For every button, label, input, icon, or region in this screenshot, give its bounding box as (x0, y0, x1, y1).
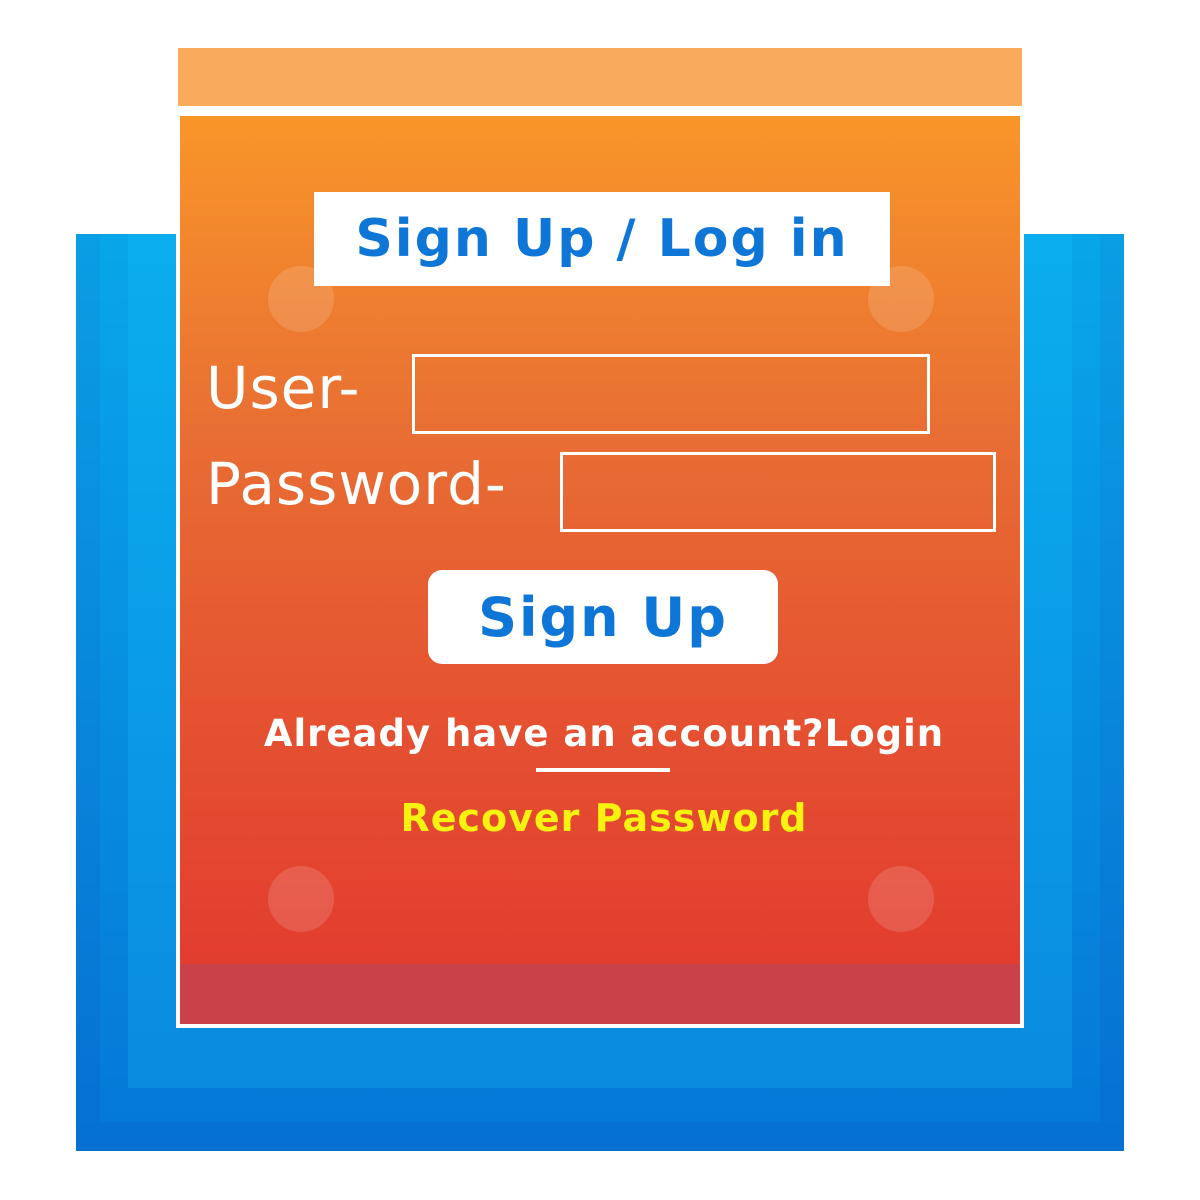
sign-up-button[interactable]: Sign Up (428, 570, 778, 664)
title-banner: Sign Up / Log in (314, 192, 890, 286)
user-input[interactable] (412, 354, 930, 434)
card-footer-band (180, 964, 1020, 1024)
sign-up-button-label: Sign Up (478, 585, 728, 649)
user-label: User- (206, 354, 361, 422)
top-tab-strip (178, 48, 1022, 106)
page-title: Sign Up / Log in (355, 209, 849, 269)
login-link[interactable]: Already have an account?Login (180, 712, 1020, 755)
login-card: Sign Up / Log in User- Password- Sign Up… (176, 112, 1024, 1028)
password-label: Password- (206, 450, 507, 518)
recover-password-link[interactable]: Recover Password (180, 796, 1020, 840)
password-input[interactable] (560, 452, 996, 532)
link-underline (536, 768, 670, 772)
page-canvas: Sign Up / Log in User- Password- Sign Up… (0, 0, 1200, 1200)
